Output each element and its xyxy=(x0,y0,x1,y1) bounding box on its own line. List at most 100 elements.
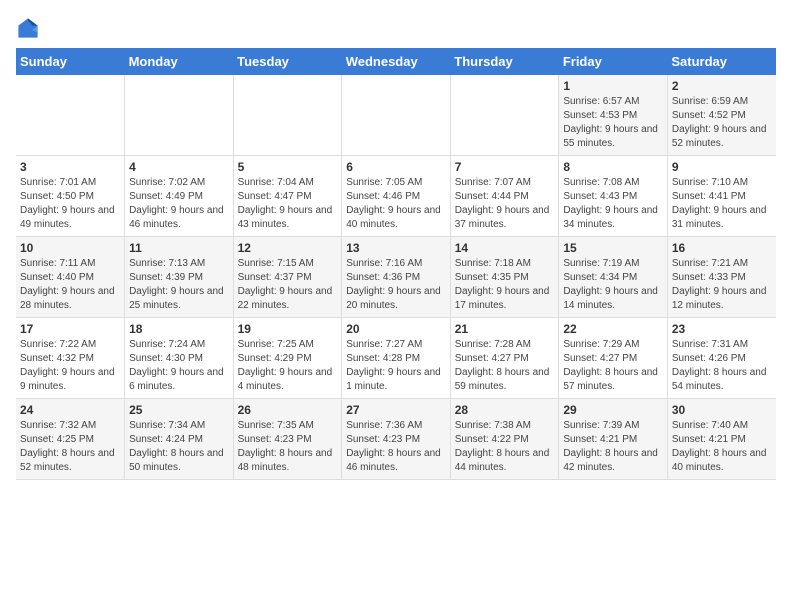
day-cell xyxy=(233,75,342,156)
day-cell: 29 Sunrise: 7:39 AM Sunset: 4:21 PM Dayli… xyxy=(559,399,668,480)
day-cell: 4 Sunrise: 7:02 AM Sunset: 4:49 PM Daylig… xyxy=(125,156,234,237)
day-info: Sunrise: 7:15 AM Sunset: 4:37 PM Dayligh… xyxy=(238,257,338,313)
col-header-thursday: Thursday xyxy=(450,48,559,75)
day-number: 25 xyxy=(129,403,229,417)
week-row-2: 10 Sunrise: 7:11 AM Sunset: 4:40 PM Dayli… xyxy=(16,237,776,318)
day-info: Sunrise: 7:21 AM Sunset: 4:33 PM Dayligh… xyxy=(672,257,772,313)
week-row-3: 17Sunrise: 7:22 AM Sunset: 4:32 PM Dayli… xyxy=(16,318,776,399)
day-cell: 8 Sunrise: 7:08 AM Sunset: 4:43 PM Daylig… xyxy=(559,156,668,237)
day-number: 1 xyxy=(563,79,663,93)
logo-icon xyxy=(16,16,40,40)
day-number: 24 xyxy=(20,403,120,417)
day-info: Sunrise: 7:38 AM Sunset: 4:22 PM Dayligh… xyxy=(455,419,555,475)
day-number: 20 xyxy=(346,322,446,336)
day-number: 21 xyxy=(455,322,555,336)
day-cell: 19Sunrise: 7:25 AM Sunset: 4:29 PM Dayli… xyxy=(233,318,342,399)
day-number: 28 xyxy=(455,403,555,417)
day-number: 6 xyxy=(346,160,446,174)
day-number: 29 xyxy=(563,403,663,417)
day-info: Sunrise: 7:01 AM Sunset: 4:50 PM Dayligh… xyxy=(20,176,120,232)
day-info: Sunrise: 7:07 AM Sunset: 4:44 PM Dayligh… xyxy=(455,176,555,232)
day-cell: 18Sunrise: 7:24 AM Sunset: 4:30 PM Dayli… xyxy=(125,318,234,399)
day-info: Sunrise: 7:18 AM Sunset: 4:35 PM Dayligh… xyxy=(455,257,555,313)
header-row: SundayMondayTuesdayWednesdayThursdayFrid… xyxy=(16,48,776,75)
day-cell: 22 Sunrise: 7:29 AM Sunset: 4:27 PM Dayli… xyxy=(559,318,668,399)
day-cell: 15 Sunrise: 7:19 AM Sunset: 4:34 PM Dayli… xyxy=(559,237,668,318)
day-cell: 14 Sunrise: 7:18 AM Sunset: 4:35 PM Dayli… xyxy=(450,237,559,318)
day-info: Sunrise: 7:05 AM Sunset: 4:46 PM Dayligh… xyxy=(346,176,446,232)
day-number: 16 xyxy=(672,241,772,255)
day-cell: 24 Sunrise: 7:32 AM Sunset: 4:25 PM Dayli… xyxy=(16,399,125,480)
day-cell xyxy=(342,75,451,156)
day-number: 9 xyxy=(672,160,772,174)
day-number: 4 xyxy=(129,160,229,174)
day-cell: 17Sunrise: 7:22 AM Sunset: 4:32 PM Dayli… xyxy=(16,318,125,399)
day-info: Sunrise: 7:28 AM Sunset: 4:27 PM Dayligh… xyxy=(455,338,555,394)
day-number: 30 xyxy=(672,403,772,417)
day-cell xyxy=(16,75,125,156)
col-header-monday: Monday xyxy=(125,48,234,75)
day-info: Sunrise: 7:16 AM Sunset: 4:36 PM Dayligh… xyxy=(346,257,446,313)
day-cell: 30Sunrise: 7:40 AM Sunset: 4:21 PM Dayli… xyxy=(667,399,776,480)
day-info: Sunrise: 7:31 AM Sunset: 4:26 PM Dayligh… xyxy=(672,338,772,394)
day-cell xyxy=(125,75,234,156)
day-info: Sunrise: 7:04 AM Sunset: 4:47 PM Dayligh… xyxy=(238,176,338,232)
col-header-saturday: Saturday xyxy=(667,48,776,75)
day-cell: 3 Sunrise: 7:01 AM Sunset: 4:50 PM Daylig… xyxy=(16,156,125,237)
calendar-table: SundayMondayTuesdayWednesdayThursdayFrid… xyxy=(16,48,776,480)
day-cell: 28 Sunrise: 7:38 AM Sunset: 4:22 PM Dayli… xyxy=(450,399,559,480)
day-number: 5 xyxy=(238,160,338,174)
day-cell: 12 Sunrise: 7:15 AM Sunset: 4:37 PM Dayli… xyxy=(233,237,342,318)
day-number: 14 xyxy=(455,241,555,255)
day-info: Sunrise: 7:22 AM Sunset: 4:32 PM Dayligh… xyxy=(20,338,120,394)
day-info: Sunrise: 7:11 AM Sunset: 4:40 PM Dayligh… xyxy=(20,257,120,313)
day-number: 11 xyxy=(129,241,229,255)
day-number: 15 xyxy=(563,241,663,255)
day-cell: 23 Sunrise: 7:31 AM Sunset: 4:26 PM Dayli… xyxy=(667,318,776,399)
day-info: Sunrise: 7:13 AM Sunset: 4:39 PM Dayligh… xyxy=(129,257,229,313)
day-number: 19 xyxy=(238,322,338,336)
day-cell: 27Sunrise: 7:36 AM Sunset: 4:23 PM Dayli… xyxy=(342,399,451,480)
day-cell: 1 Sunrise: 6:57 AM Sunset: 4:53 PM Daylig… xyxy=(559,75,668,156)
col-header-friday: Friday xyxy=(559,48,668,75)
day-info: Sunrise: 6:59 AM Sunset: 4:52 PM Dayligh… xyxy=(672,95,772,151)
day-info: Sunrise: 7:32 AM Sunset: 4:25 PM Dayligh… xyxy=(20,419,120,475)
day-number: 2 xyxy=(672,79,772,93)
day-number: 7 xyxy=(455,160,555,174)
day-cell: 21 Sunrise: 7:28 AM Sunset: 4:27 PM Dayli… xyxy=(450,318,559,399)
day-number: 3 xyxy=(20,160,120,174)
day-number: 12 xyxy=(238,241,338,255)
day-number: 18 xyxy=(129,322,229,336)
day-cell: 6 Sunrise: 7:05 AM Sunset: 4:46 PM Daylig… xyxy=(342,156,451,237)
day-info: Sunrise: 7:19 AM Sunset: 4:34 PM Dayligh… xyxy=(563,257,663,313)
logo xyxy=(16,16,44,40)
day-cell: 10 Sunrise: 7:11 AM Sunset: 4:40 PM Dayli… xyxy=(16,237,125,318)
col-header-tuesday: Tuesday xyxy=(233,48,342,75)
day-cell: 5 Sunrise: 7:04 AM Sunset: 4:47 PM Daylig… xyxy=(233,156,342,237)
day-number: 27 xyxy=(346,403,446,417)
day-cell: 25Sunrise: 7:34 AM Sunset: 4:24 PM Dayli… xyxy=(125,399,234,480)
day-number: 26 xyxy=(238,403,338,417)
day-cell: 11 Sunrise: 7:13 AM Sunset: 4:39 PM Dayli… xyxy=(125,237,234,318)
day-cell: 2 Sunrise: 6:59 AM Sunset: 4:52 PM Daylig… xyxy=(667,75,776,156)
day-info: Sunrise: 7:08 AM Sunset: 4:43 PM Dayligh… xyxy=(563,176,663,232)
day-cell xyxy=(450,75,559,156)
day-number: 23 xyxy=(672,322,772,336)
col-header-sunday: Sunday xyxy=(16,48,125,75)
week-row-1: 3 Sunrise: 7:01 AM Sunset: 4:50 PM Daylig… xyxy=(16,156,776,237)
day-info: Sunrise: 7:02 AM Sunset: 4:49 PM Dayligh… xyxy=(129,176,229,232)
day-number: 8 xyxy=(563,160,663,174)
day-cell: 20 Sunrise: 7:27 AM Sunset: 4:28 PM Dayli… xyxy=(342,318,451,399)
week-row-4: 24 Sunrise: 7:32 AM Sunset: 4:25 PM Dayli… xyxy=(16,399,776,480)
day-number: 10 xyxy=(20,241,120,255)
day-cell: 13Sunrise: 7:16 AM Sunset: 4:36 PM Dayli… xyxy=(342,237,451,318)
day-info: Sunrise: 7:29 AM Sunset: 4:27 PM Dayligh… xyxy=(563,338,663,394)
day-cell: 9Sunrise: 7:10 AM Sunset: 4:41 PM Daylig… xyxy=(667,156,776,237)
day-info: Sunrise: 7:35 AM Sunset: 4:23 PM Dayligh… xyxy=(238,419,338,475)
day-info: Sunrise: 7:27 AM Sunset: 4:28 PM Dayligh… xyxy=(346,338,446,394)
week-row-0: 1 Sunrise: 6:57 AM Sunset: 4:53 PM Daylig… xyxy=(16,75,776,156)
day-cell: 7 Sunrise: 7:07 AM Sunset: 4:44 PM Daylig… xyxy=(450,156,559,237)
day-info: Sunrise: 7:39 AM Sunset: 4:21 PM Dayligh… xyxy=(563,419,663,475)
day-info: Sunrise: 6:57 AM Sunset: 4:53 PM Dayligh… xyxy=(563,95,663,151)
day-number: 22 xyxy=(563,322,663,336)
